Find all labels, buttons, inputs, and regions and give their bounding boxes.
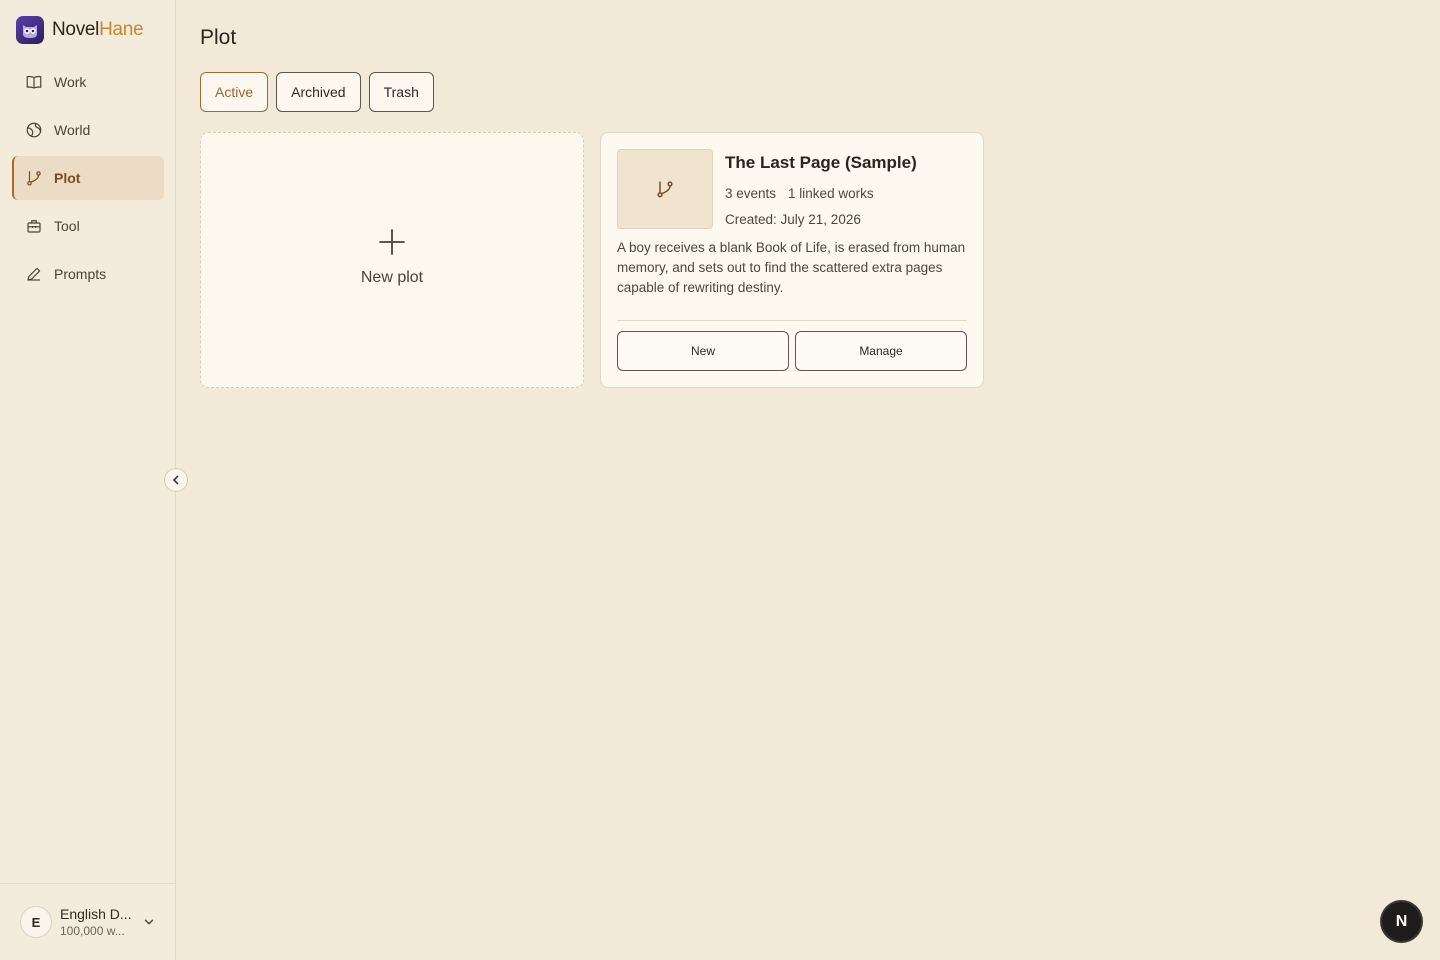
tab-trash[interactable]: Trash	[368, 72, 434, 112]
plot-linked-works: 1 linked works	[788, 186, 874, 201]
sidebar-item-prompts[interactable]: Prompts	[12, 252, 164, 296]
chevron-left-icon	[173, 475, 179, 485]
new-plot-card[interactable]: New plot	[200, 132, 584, 388]
account-switcher[interactable]: E English D... 100,000 w...	[0, 883, 176, 960]
plot-meta: 3 events 1 linked works	[725, 186, 874, 201]
chevron-down-icon[interactable]	[142, 915, 156, 929]
sidebar: NovelHane Work World Plot Tool Prompts E…	[0, 0, 176, 960]
divider	[617, 320, 967, 321]
sidebar-item-label: Prompts	[54, 266, 107, 282]
sidebar-item-tool[interactable]: Tool	[12, 204, 164, 248]
account-name: English D...	[60, 906, 132, 922]
git-branch-icon	[657, 181, 673, 198]
book-open-icon	[26, 75, 42, 89]
plot-description: A boy receives a blank Book of Life, is …	[617, 240, 966, 295]
pen-icon	[27, 267, 41, 281]
manage-button[interactable]: Manage	[795, 331, 967, 371]
page-title: Plot	[200, 26, 237, 49]
brand-name-part1: Novel	[52, 19, 100, 40]
avatar: E	[20, 906, 52, 938]
brand-name-part2: Hane	[99, 19, 144, 40]
plot-thumbnail	[617, 149, 713, 229]
plot-created-date: Created: July 21, 2026	[725, 212, 861, 227]
plot-actions: New Manage	[617, 331, 967, 371]
sidebar-item-world[interactable]: World	[12, 108, 164, 152]
collapse-sidebar-button[interactable]	[164, 468, 188, 492]
brand[interactable]: NovelHane	[16, 16, 144, 44]
status-tabs: Active Archived Trash	[200, 72, 434, 112]
sidebar-item-label: Tool	[54, 218, 80, 234]
sidebar-item-label: Work	[54, 74, 87, 90]
tab-archived[interactable]: Archived	[276, 72, 361, 112]
sidebar-item-label: World	[54, 122, 91, 138]
sidebar-item-label: Plot	[54, 170, 81, 186]
new-plot-label: New plot	[360, 269, 424, 286]
account-info: English D... 100,000 w...	[60, 906, 132, 938]
plot-card[interactable]: The Last Page (Sample) 3 events 1 linked…	[600, 132, 984, 388]
owl-logo-icon	[16, 16, 44, 44]
plot-title[interactable]: The Last Page (Sample)	[725, 153, 917, 173]
globe-icon	[26, 122, 42, 138]
sidebar-item-plot[interactable]: Plot	[12, 156, 164, 200]
tab-active[interactable]: Active	[200, 72, 269, 112]
floating-action-button[interactable]: N	[1382, 902, 1421, 941]
plot-events-count: 3 events	[725, 186, 777, 201]
plus-icon	[379, 229, 405, 255]
toolbox-icon	[27, 220, 41, 233]
git-branch-icon	[27, 171, 41, 186]
new-button[interactable]: New	[617, 331, 789, 371]
brand-name: NovelHane	[52, 19, 144, 41]
account-subtitle: 100,000 w...	[60, 924, 125, 938]
sidebar-nav: Work World Plot Tool Prompts	[12, 60, 164, 300]
sidebar-item-work[interactable]: Work	[12, 60, 164, 104]
